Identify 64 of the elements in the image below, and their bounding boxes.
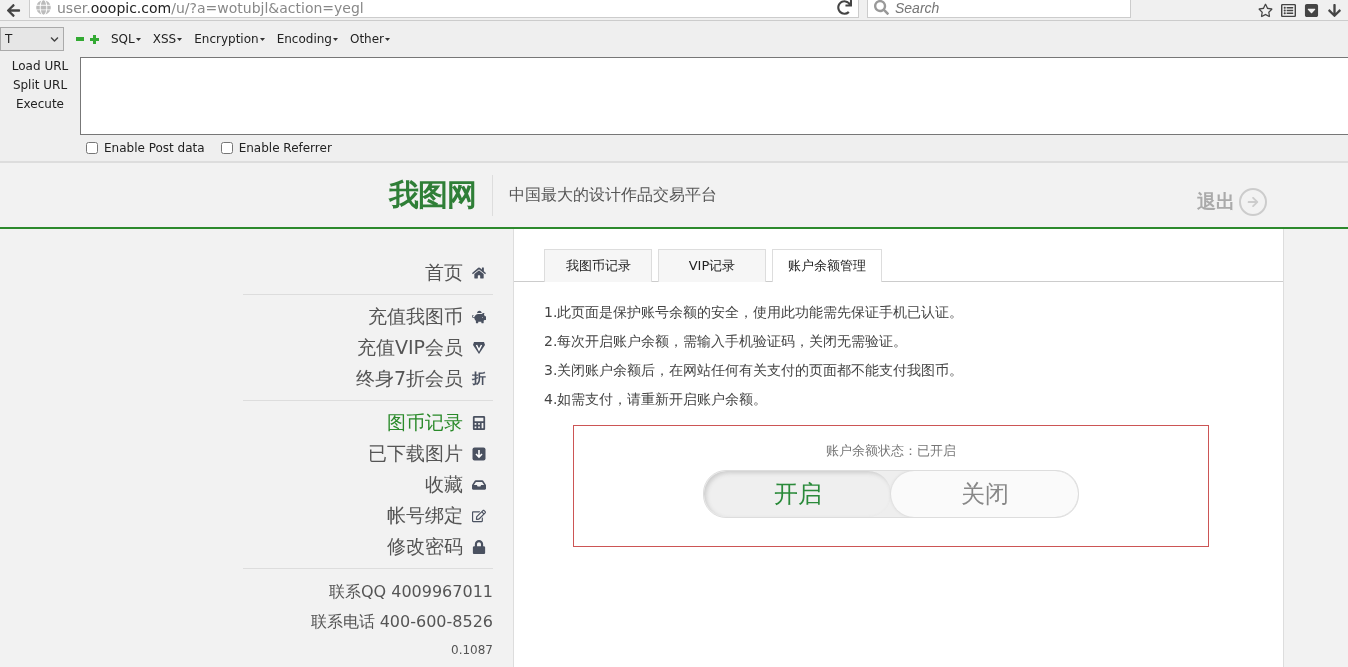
- back-icon[interactable]: [6, 2, 21, 18]
- lock-icon: [471, 539, 487, 554]
- caret-icon: [332, 38, 338, 41]
- chevron-down-icon: [50, 34, 59, 44]
- site-slogan: 中国最大的设计作品交易平台: [509, 184, 717, 206]
- action-button[interactable]: Split URL: [12, 78, 68, 92]
- nav-link[interactable]: 已下载图片: [368, 438, 493, 469]
- search-icon: [874, 0, 889, 15]
- caret-icon: [177, 38, 183, 41]
- nav-link[interactable]: 收藏: [425, 469, 493, 500]
- toggle-option[interactable]: 开启: [704, 471, 891, 517]
- menu-button[interactable]: SQL: [111, 32, 141, 46]
- star-icon[interactable]: [1258, 2, 1273, 18]
- pocket-icon[interactable]: [1304, 2, 1319, 18]
- note-text: 1.此页面是保护账号余额的安全，使用此功能需先保证手机已认证。: [544, 304, 965, 322]
- reload-icon[interactable]: [837, 0, 852, 15]
- caret-icon: [385, 38, 391, 41]
- list-icon[interactable]: [1281, 2, 1296, 18]
- caret-icon: [259, 38, 265, 41]
- search-field[interactable]: Search: [867, 0, 1131, 18]
- note-text: 2.每次开启账户余额，需输入手机验证码，关闭无需验证。: [544, 333, 909, 351]
- tab[interactable]: 我图币记录: [544, 249, 652, 282]
- download-icon: [472, 446, 486, 461]
- plus-icon[interactable]: [90, 34, 99, 44]
- checkbox-label: Enable Post data: [104, 141, 205, 155]
- checkbox[interactable]: [220, 142, 233, 154]
- action-button[interactable]: Execute: [16, 97, 64, 111]
- note-text: 3.关闭账户余额后，在网站任何有关支付的页面都不能支付我图币。: [544, 362, 965, 380]
- menu-button[interactable]: Encryption: [194, 32, 265, 46]
- nav-link[interactable]: 终身7折会员 折: [355, 363, 493, 394]
- action-button[interactable]: Load URL: [11, 59, 69, 73]
- menu-button[interactable]: XSS: [152, 32, 183, 46]
- home-icon: [471, 265, 487, 280]
- url-input[interactable]: [80, 57, 1348, 135]
- menu-button[interactable]: Encoding: [276, 32, 338, 46]
- download-arrow-icon[interactable]: [1327, 2, 1342, 18]
- nav-link[interactable]: 首页: [425, 257, 493, 288]
- search-input[interactable]: Search: [895, 0, 1115, 16]
- checkbox[interactable]: [86, 142, 98, 154]
- site-logo[interactable]: 我图网: [389, 174, 493, 216]
- edit-icon: [471, 508, 487, 523]
- tab[interactable]: VIP记录: [658, 249, 766, 282]
- calculator-icon: [471, 415, 487, 430]
- nav-link[interactable]: 图币记录: [387, 407, 493, 438]
- status-text: 账户余额状态：已开启: [826, 442, 956, 460]
- nav-link[interactable]: 修改密码: [387, 531, 493, 562]
- globe-icon: [36, 0, 51, 15]
- discount-icon: 折: [471, 369, 487, 388]
- note-text: 4.如需支付，请重新开启账户余额。: [544, 391, 769, 409]
- nav-link[interactable]: 帐号绑定: [387, 500, 493, 531]
- nav-link[interactable]: 充值VIP会员: [356, 332, 493, 363]
- piggy-bank-icon: [471, 309, 487, 324]
- url-field[interactable]: user.ooopic.com/u/?a=wotubjl&action=yegl: [29, 0, 859, 18]
- caret-icon: [135, 38, 141, 41]
- menu-button[interactable]: Other: [349, 32, 391, 46]
- url-text: user.ooopic.com/u/?a=wotubjl&action=yegl: [57, 0, 364, 16]
- contact-text: 联系电话 400-600-8526: [310, 612, 493, 633]
- checkbox-label: Enable Referrer: [238, 141, 332, 155]
- tab[interactable]: 账户余额管理: [772, 249, 882, 282]
- method-select[interactable]: T: [0, 27, 64, 51]
- contact-text: 联系QQ 4009967011: [328, 582, 493, 603]
- nav-link[interactable]: 充值我图币: [368, 301, 493, 332]
- version-text: 0.1087: [451, 643, 493, 657]
- inbox-icon: [471, 477, 487, 492]
